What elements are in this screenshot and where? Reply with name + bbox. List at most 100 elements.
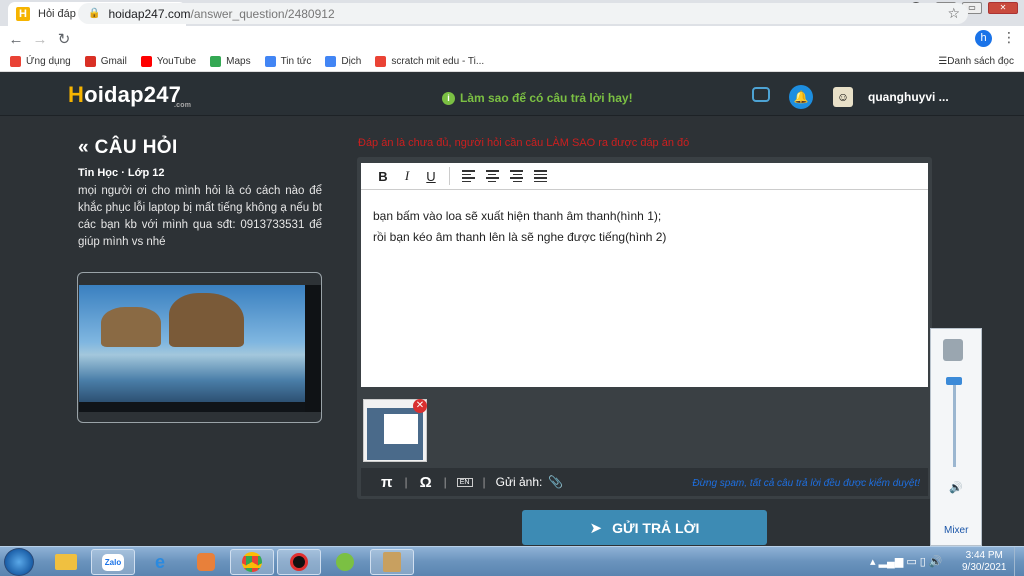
answer-warning: Đáp án là chưa đủ, người hỏi cần câu LÀM… (358, 137, 690, 149)
lock-icon: 🔒 (88, 8, 101, 19)
bookmark-item[interactable]: Gmail (84, 56, 127, 67)
thumbnail-dialog (384, 414, 418, 444)
align-right-icon[interactable] (504, 170, 528, 182)
google-icon (375, 56, 387, 67)
rock-shape (101, 307, 161, 347)
bell-icon[interactable]: 🔔 (789, 85, 813, 109)
question-text: mọi người ơi cho mình hỏi là có cách nào… (78, 185, 322, 248)
bookmark-label: YouTube (156, 56, 197, 67)
volume-flyout: 🔊 Mixer (930, 328, 982, 546)
reload-icon[interactable]: ↻ (52, 30, 76, 48)
gmail-icon (84, 56, 96, 67)
profile-avatar[interactable]: h (975, 30, 992, 47)
logo-text: oidap247 (84, 82, 182, 107)
apps-grid-icon (10, 56, 21, 67)
bookmark-label: Maps (226, 56, 251, 67)
language-icon[interactable]: EN (456, 477, 473, 487)
clock-date: 9/30/2021 (962, 562, 1007, 573)
bookmark-label: Gmail (100, 56, 127, 67)
logo-h: H (68, 82, 85, 107)
coccoc-icon[interactable] (323, 549, 367, 575)
site-header: Hoidap247 .com i Làm sao để có câu trả lờ… (0, 73, 1024, 116)
submit-answer-button[interactable]: ➤ GỬI TRẢ LỜI (522, 510, 767, 545)
game-app-icon[interactable] (370, 549, 414, 575)
answer-line-2: rồi bạn kéo âm thanh lên là sẽ nghe được… (373, 230, 667, 244)
bookmark-item[interactable]: Maps (210, 56, 251, 67)
address-bar[interactable]: 🔒 hoidap247.com/answer_question/2480912 … (78, 3, 968, 24)
volume-slider-thumb[interactable] (946, 377, 962, 385)
site-favicon-icon: H (16, 7, 30, 21)
tip-text: Làm sao để có câu trả lời hay! (460, 91, 633, 105)
taskbar-clock[interactable]: 3:44 PM 9/30/2021 (962, 550, 1007, 574)
answer-tip-link[interactable]: i Làm sao để có câu trả lời hay! (442, 91, 633, 105)
youtube-icon (140, 56, 152, 67)
screenshot-taskbar (79, 402, 321, 412)
chat-icon[interactable] (752, 87, 770, 102)
reading-list-button[interactable]: ☰ Danh sách đọc (938, 56, 1014, 67)
mute-speaker-icon[interactable]: 🔊 (949, 481, 963, 494)
align-justify-icon[interactable] (528, 170, 552, 182)
maps-icon (210, 56, 222, 67)
attached-image-thumbnail[interactable]: ✕ (363, 399, 427, 462)
volume-slider-track[interactable] (953, 377, 956, 467)
toolbar-divider (449, 167, 450, 185)
bookmark-item[interactable]: Tin tức (264, 56, 311, 67)
tools-divider: | (404, 475, 408, 489)
logo-domain: .com (174, 102, 192, 109)
align-center-icon[interactable] (480, 170, 504, 182)
answer-editor[interactable]: bạn bấm vào loa sẽ xuất hiện thanh âm th… (361, 190, 928, 387)
align-left-icon[interactable] (456, 170, 480, 182)
italic-button[interactable]: I (395, 168, 419, 184)
username[interactable]: quanghuyvi ... (868, 90, 949, 104)
site-logo[interactable]: Hoidap247 .com (68, 82, 191, 109)
close-window-button[interactable]: ✕ (988, 2, 1018, 14)
remove-image-icon[interactable]: ✕ (413, 399, 427, 413)
attach-image-label: Gửi ảnh: (495, 475, 543, 489)
zalo-icon[interactable]: Zalo (91, 549, 135, 575)
editor-toolbar: B I U (361, 163, 928, 190)
recorder-icon[interactable] (277, 549, 321, 575)
browser-toolbar: ← → ↻ (0, 26, 1024, 52)
underline-button[interactable]: U (419, 169, 443, 184)
start-button[interactable] (4, 548, 34, 576)
internet-explorer-icon[interactable]: e (138, 549, 182, 575)
browser-menu-icon[interactable]: ⋮ (1002, 29, 1016, 46)
forward-arrow-icon[interactable]: → (28, 31, 52, 48)
file-explorer-icon[interactable] (44, 549, 88, 575)
show-desktop-button[interactable] (1014, 547, 1024, 576)
bookmark-item[interactable]: Ứng dụng (10, 56, 71, 67)
mixer-link[interactable]: Mixer (944, 525, 968, 536)
speaker-device-icon[interactable] (943, 339, 963, 361)
paperclip-icon[interactable]: 📎 (548, 475, 563, 489)
bookmark-star-icon[interactable]: ☆ (947, 5, 960, 22)
bookmark-label: Ứng dụng (26, 56, 71, 67)
bookmark-label: scratch mit edu - Ti... (391, 56, 485, 67)
system-tray-icons[interactable]: ▴ ▂▄▆ ▭ ▯ 🔊 (870, 555, 943, 568)
reading-list-icon: ☰ (938, 56, 948, 67)
screenshot-border (305, 285, 321, 412)
zalo-label: Zalo (101, 553, 125, 571)
bookmark-item[interactable]: Dịch (325, 56, 361, 67)
reading-list-label: Danh sách đọc (947, 56, 1014, 67)
bookmarks-bar: Ứng dụng Gmail YouTube Maps Tin tức Dịch scrat… (0, 52, 1024, 72)
question-heading[interactable]: « CÂU HỎI (78, 137, 178, 159)
pi-icon[interactable]: π (381, 474, 392, 491)
omega-icon[interactable]: Ω (420, 474, 432, 491)
submit-label: GỬI TRẢ LỜI (612, 519, 700, 536)
windows-taskbar: Zalo e ▴ ▂▄▆ ▭ ▯ 🔊 3:44 PM 9/30/2021 (0, 546, 1024, 576)
rock-arch-shape (169, 293, 244, 347)
back-arrow-icon[interactable]: ← (4, 31, 28, 48)
question-image[interactable] (77, 272, 322, 423)
moderation-note: Đừng spam, tất cả câu trả lời đều được k… (692, 478, 920, 489)
bold-button[interactable]: B (371, 169, 395, 184)
question-subject: Tin Học · Lớp 12 (78, 167, 165, 179)
media-player-icon[interactable] (184, 549, 228, 575)
bookmark-item[interactable]: YouTube (140, 56, 197, 67)
user-avatar[interactable]: ☺ (833, 87, 853, 107)
answer-line-1: bạn bấm vào loa sẽ xuất hiện thanh âm th… (373, 209, 662, 223)
tools-divider: | (482, 475, 486, 489)
url-host: hoidap247.com (108, 6, 191, 21)
chrome-icon[interactable] (230, 549, 274, 575)
bookmark-item[interactable]: scratch mit edu - Ti... (375, 56, 484, 67)
paper-plane-icon: ➤ (589, 519, 603, 537)
